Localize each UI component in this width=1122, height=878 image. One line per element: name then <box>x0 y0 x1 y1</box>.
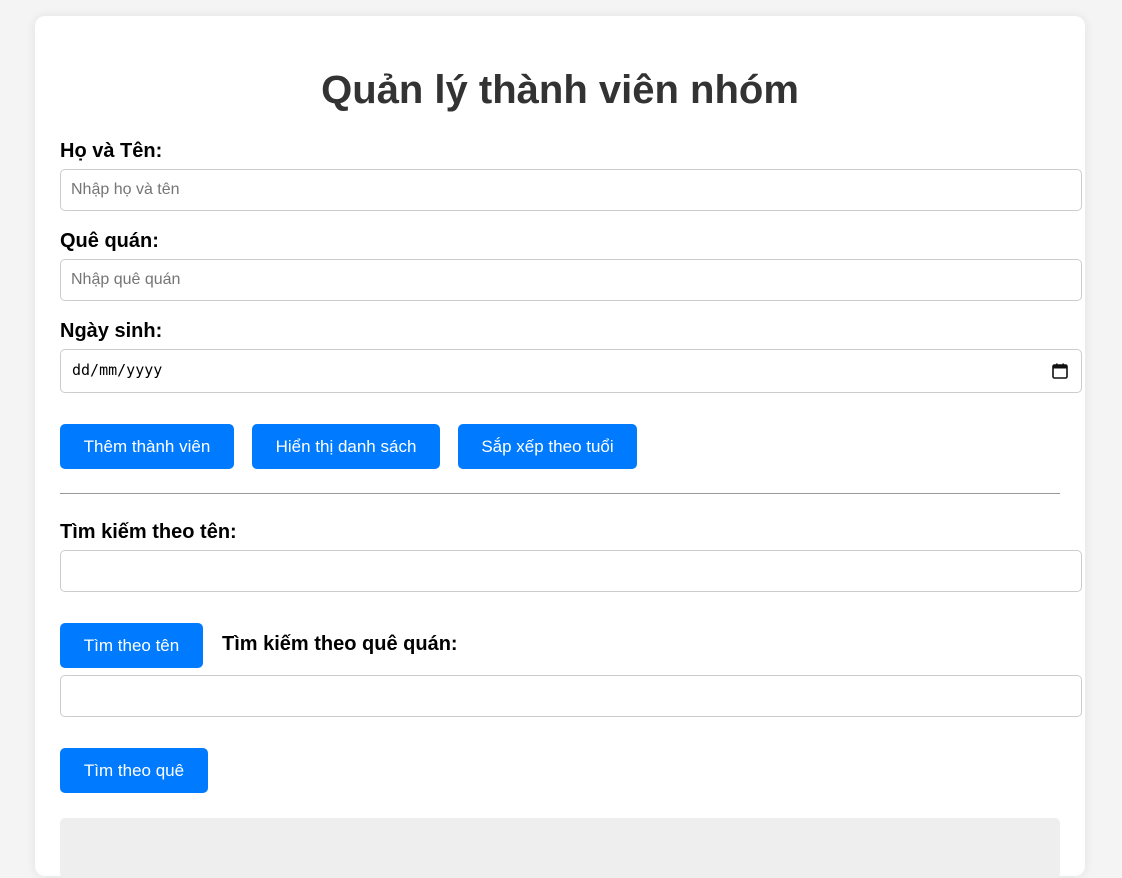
name-input[interactable] <box>60 169 1082 211</box>
search-name-label: Tìm kiếm theo tên: <box>60 521 237 543</box>
show-list-button[interactable]: Hiển thị danh sách <box>252 424 440 469</box>
calendar-icon[interactable] <box>1052 363 1068 379</box>
search-name-input[interactable] <box>60 550 1082 592</box>
page-title: Quản lý thành viên nhóm <box>321 68 799 112</box>
search-by-hometown-button[interactable]: Tìm theo quê <box>60 748 208 793</box>
search-by-name-button[interactable]: Tìm theo tên <box>60 623 203 668</box>
hometown-input[interactable] <box>60 259 1082 301</box>
dob-label: Ngày sinh: <box>60 320 163 342</box>
dob-placeholder: dd/mm/yyyy <box>72 361 163 379</box>
dob-input[interactable]: dd/mm/yyyy <box>60 349 1082 393</box>
add-member-button[interactable]: Thêm thành viên <box>60 424 234 469</box>
divider <box>60 493 1060 494</box>
hometown-label: Quê quán: <box>60 230 159 252</box>
search-hometown-input[interactable] <box>60 675 1082 717</box>
sort-by-age-button[interactable]: Sắp xếp theo tuổi <box>458 424 637 469</box>
member-management-card: Quản lý thành viên nhóm Họ và Tên: Quê q… <box>35 16 1085 878</box>
name-label: Họ và Tên: <box>60 140 163 162</box>
search-hometown-label: Tìm kiếm theo quê quán: <box>222 633 458 655</box>
result-box <box>60 818 1060 878</box>
